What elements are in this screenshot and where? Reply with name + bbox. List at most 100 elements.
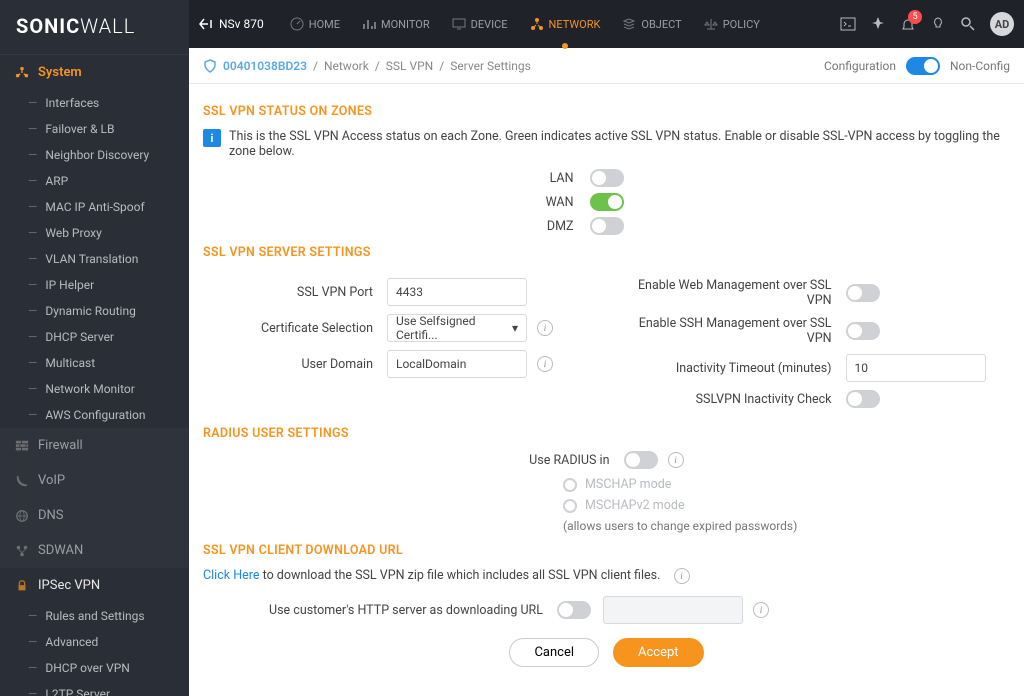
cancel-button[interactable]: Cancel [509,638,599,667]
config-label: Configuration [824,59,896,73]
content: SSL VPN STATUS ON ZONES i This is the SS… [189,84,1024,696]
topnav-object[interactable]: OBJECT [612,13,691,35]
timeout-label: Inactivity Timeout (minutes) [622,361,832,376]
chart-icon [362,17,376,31]
search-icon[interactable] [960,16,976,32]
info-icon: i [203,129,221,147]
nav-interfaces[interactable]: —Interfaces [0,90,189,116]
nav-multicast[interactable]: —Multicast [0,350,189,376]
avatar[interactable]: AD [990,12,1014,36]
crumb-sslvpn[interactable]: SSL VPN [386,59,433,73]
nav-macip[interactable]: —MAC IP Anti-Spoof [0,194,189,220]
firewall-icon [14,439,30,453]
download-text-row: Click Here to download the SSL VPN zip f… [203,568,1010,584]
info-icon-radius[interactable]: i [668,452,684,468]
radius-toggle[interactable] [624,451,658,469]
accept-button[interactable]: Accept [613,638,704,667]
breadcrumb: 00401038BD23 /Network /SSL VPN /Server S… [189,48,1024,84]
zone-wan-toggle[interactable] [590,193,624,211]
crumb-network[interactable]: Network [324,59,369,73]
port-input[interactable] [387,278,527,306]
pin-icon[interactable] [870,16,886,32]
stack-icon [622,17,636,31]
timeout-input[interactable] [846,354,986,382]
terminal-icon[interactable] [840,16,856,32]
topnav-monitor[interactable]: MONITOR [352,13,440,35]
nav-failoverlb[interactable]: —Failover & LB [0,116,189,142]
webmgmt-toggle[interactable] [846,284,880,302]
logo-light: WALL [80,14,135,38]
topnav-home[interactable]: HOME [280,13,350,35]
topnav-policy[interactable]: POLICY [694,13,770,35]
nav-rules[interactable]: —Rules and Settings [0,603,189,629]
info-icon-download[interactable]: i [674,568,690,584]
use-http-toggle[interactable] [557,601,591,619]
system-icon [14,66,30,80]
nav-awsconfig[interactable]: —AWS Configuration [0,402,189,428]
mschap-radio[interactable] [563,478,577,492]
topnav-network[interactable]: NETWORK [520,13,611,35]
config-toggle[interactable] [906,57,940,75]
http-url-input [603,596,743,624]
nav-webproxy[interactable]: —Web Proxy [0,220,189,246]
serial-link[interactable]: 00401038BD23 [223,59,307,73]
nonconfig-label: Non-Config [950,59,1010,73]
nav-advanced[interactable]: —Advanced [0,629,189,655]
notification-badge: 5 [908,10,922,24]
section-title-server: SSL VPN SERVER SETTINGS [203,245,1010,260]
zone-dmz-toggle[interactable] [590,217,624,235]
monitor-icon [452,17,466,31]
sidebar: SONICWALL System —Interfaces —Failover &… [0,0,189,696]
port-label: SSL VPN Port [203,285,373,300]
info-text: This is the SSL VPN Access status on eac… [229,129,1010,159]
nav-section-firewall[interactable]: Firewall [0,428,189,463]
network-icon [530,17,544,31]
mschap-label: MSCHAP mode [585,477,671,492]
nav-dhcpvpn[interactable]: —DHCP over VPN [0,655,189,681]
topbar: NSv 870 HOME MONITOR DEVICE NETWORK OBJE… [189,0,1024,48]
nav-arp[interactable]: —ARP [0,168,189,194]
nav-dhcpserver[interactable]: —DHCP Server [0,324,189,350]
download-link[interactable]: Click Here [203,568,260,583]
nav-section-ipsec[interactable]: IPSec VPN [0,568,189,603]
info-icon-domain[interactable]: i [537,356,553,372]
nav-section-dns[interactable]: DNS [0,498,189,533]
main: NSv 870 HOME MONITOR DEVICE NETWORK OBJE… [189,0,1024,696]
info-box: i This is the SSL VPN Access status on e… [203,129,1010,159]
cert-select[interactable]: Use Selfsigned Certifi...▾ [387,314,527,342]
topright: 5 AD [840,12,1014,36]
phone-icon [14,474,30,488]
domain-input[interactable] [387,350,527,378]
sshmgmt-toggle[interactable] [846,322,880,340]
nav-l2tp[interactable]: —L2TP Server [0,681,189,696]
nav-iphelper[interactable]: —IP Helper [0,272,189,298]
info-icon-cert[interactable]: i [537,320,553,336]
back-icon [199,18,213,30]
sshmgmt-label: Enable SSH Management over SSL VPN [622,316,832,346]
logo: SONICWALL [0,0,189,55]
zone-lan-label: LAN [264,171,574,186]
nav-dynrouting[interactable]: —Dynamic Routing [0,298,189,324]
cert-label: Certificate Selection [203,321,373,336]
radius-label: Use RADIUS in [270,453,610,468]
info-icon-http[interactable]: i [753,602,769,618]
topnav: HOME MONITOR DEVICE NETWORK OBJECT POLIC… [280,13,840,35]
nav-section-sdwan[interactable]: SDWAN [0,533,189,568]
topnav-device[interactable]: DEVICE [442,13,518,35]
nav-vlan[interactable]: —VLAN Translation [0,246,189,272]
nav-section-system[interactable]: System [0,55,189,90]
nav-neighbor[interactable]: —Neighbor Discovery [0,142,189,168]
zone-lan-toggle[interactable] [590,169,624,187]
notification-icon[interactable]: 5 [900,16,916,32]
inact-toggle[interactable] [846,390,880,408]
use-http-label: Use customer's HTTP server as downloadin… [203,603,543,618]
button-bar: Cancel Accept [203,638,1010,667]
globe-icon [14,509,30,523]
back-button[interactable]: NSv 870 [199,17,264,31]
section-title-radius: RADIUS USER SETTINGS [203,426,1010,441]
nav-netmonitor[interactable]: —Network Monitor [0,376,189,402]
mschapv2-radio[interactable] [563,499,577,513]
nav-section-voip[interactable]: VoIP [0,463,189,498]
active-indicator-icon [562,43,568,49]
bulb-icon[interactable] [930,16,946,32]
